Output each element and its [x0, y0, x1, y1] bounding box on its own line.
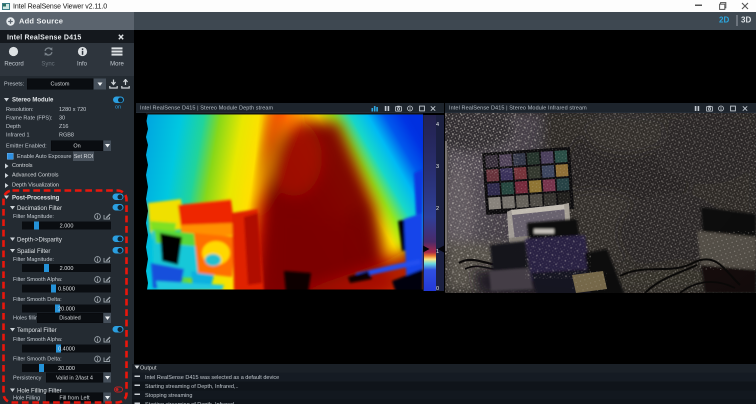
svg-text:3: 3 [436, 164, 439, 170]
svg-text:2: 2 [436, 206, 439, 212]
svg-text:0: 0 [436, 286, 439, 292]
svg-text:4: 4 [436, 122, 439, 128]
svg-text:1: 1 [436, 249, 439, 255]
